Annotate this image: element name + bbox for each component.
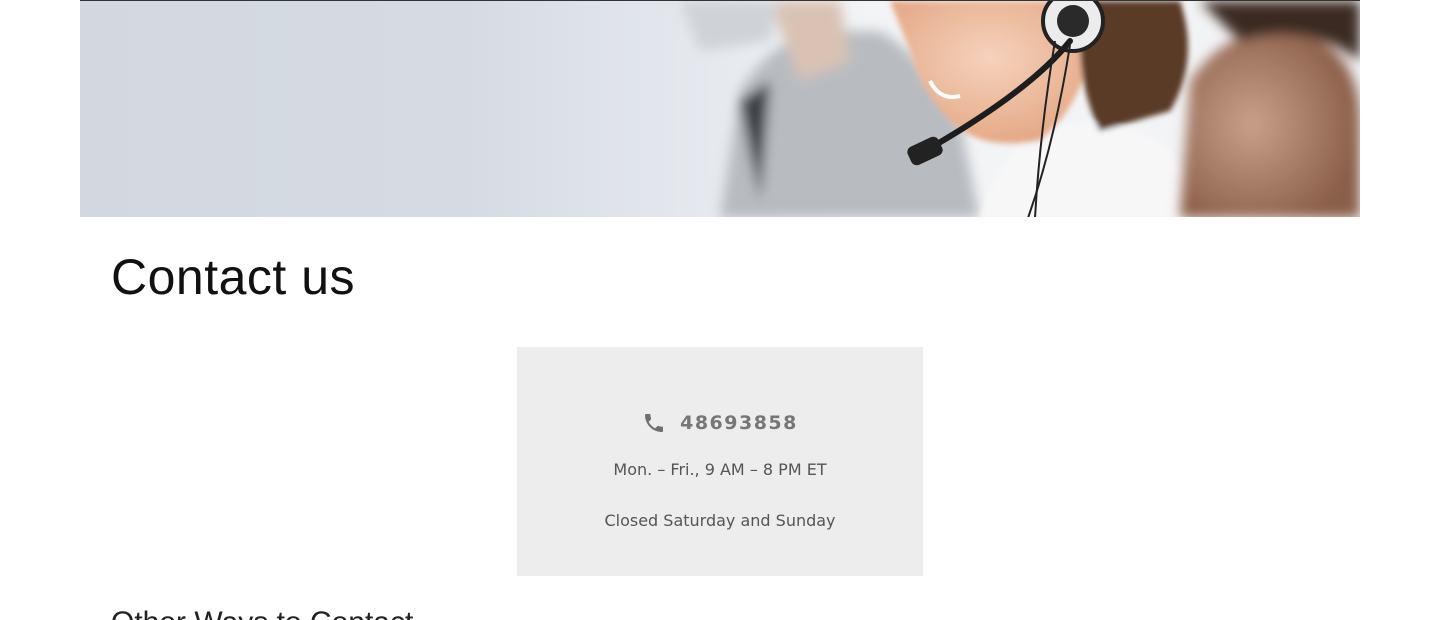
contact-card: 48693858 Mon. – Fri., 9 AM – 8 PM ET Clo… (517, 347, 923, 576)
closed-days: Closed Saturday and Sunday (604, 511, 836, 530)
hero-image (80, 1, 1360, 217)
phone-row[interactable]: 48693858 (517, 407, 923, 439)
page: Contact us 48693858 Mon. – Fri., 9 AM – … (0, 0, 1440, 620)
business-hours: Mon. – Fri., 9 AM – 8 PM ET (613, 460, 827, 479)
section-heading-other-contact: Other Ways to Contact (111, 606, 413, 620)
hero-banner (80, 0, 1360, 217)
phone-icon (642, 411, 666, 435)
page-title: Contact us (111, 249, 356, 305)
phone-number-link[interactable]: 48693858 (680, 412, 798, 434)
